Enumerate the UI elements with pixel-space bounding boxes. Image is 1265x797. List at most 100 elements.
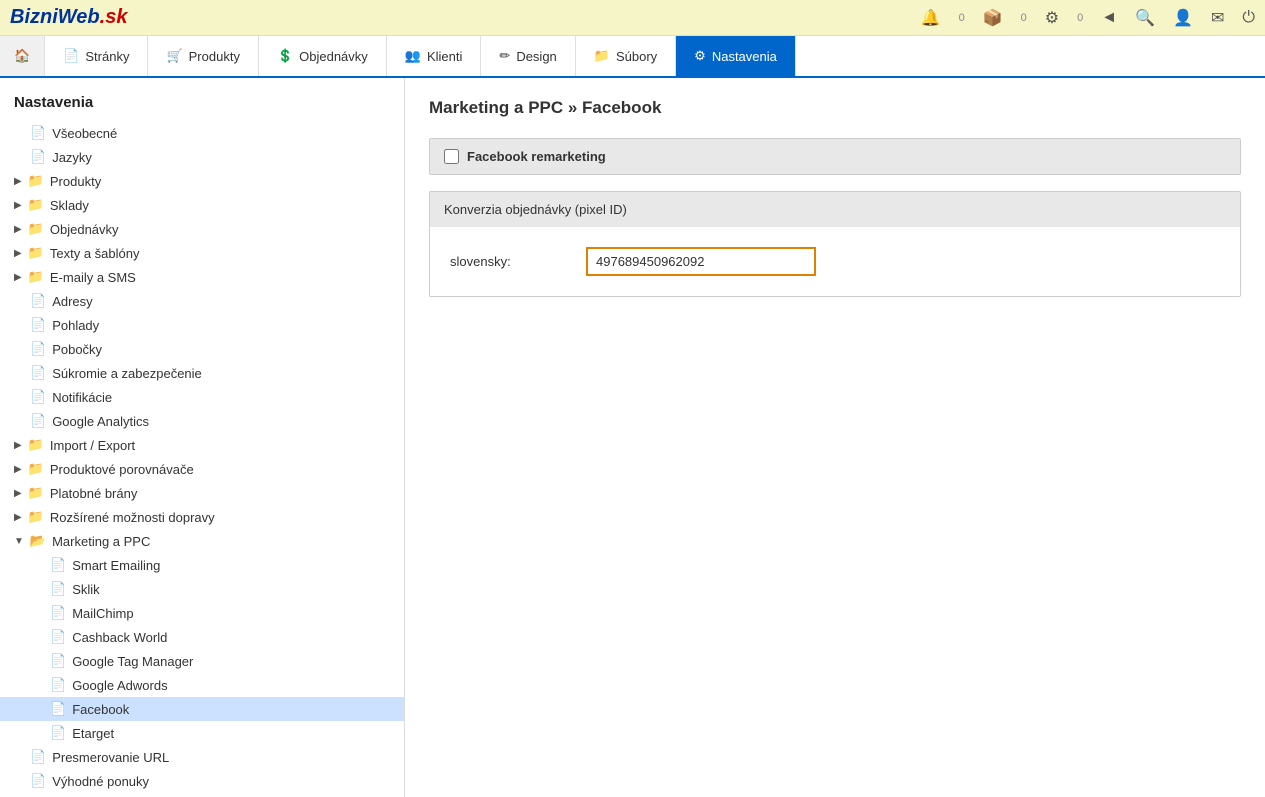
sidebar-label: Pohlady (52, 318, 99, 333)
folder-icon: 📁 (28, 269, 44, 285)
pixel-id-input[interactable] (586, 247, 816, 276)
sidebar-item-produktove[interactable]: ▶ 📁 Produktové porovnávače (0, 457, 404, 481)
sidebar-item-sklady[interactable]: ▶ 📁 Sklady (0, 193, 404, 217)
sidebar-label: Rozšírené možnosti dopravy (50, 510, 215, 525)
sidebar-title: Nastavenia (0, 88, 404, 121)
sidebar-item-sukromie[interactable]: 📄 Súkromie a zabezpečenie (0, 361, 404, 385)
sidebar-label: Texty a šablóny (50, 246, 140, 261)
sidebar-label: Objednávky (50, 222, 119, 237)
sidebar-item-pobocky[interactable]: 📄 Pobočky (0, 337, 404, 361)
sidebar-item-objednavky[interactable]: ▶ 📁 Objednávky (0, 217, 404, 241)
sidebar-item-sklik[interactable]: 📄 Sklik (0, 577, 404, 601)
file-icon: 📄 (30, 149, 46, 165)
nav-back-icon[interactable]: ◄ (1101, 9, 1117, 27)
sidebar-item-presmerovanie[interactable]: 📄 Presmerovanie URL (0, 745, 404, 769)
arrow-right-icon: ▶ (14, 512, 22, 523)
sidebar-label: Súkromie a zabezpečenie (52, 366, 202, 381)
nav-klienti[interactable]: 👥 Klienti (387, 36, 482, 76)
remarketing-header: Facebook remarketing (430, 139, 1240, 174)
nav-home[interactable]: 🏠 (0, 36, 45, 76)
sidebar-item-facebook[interactable]: 📄 Facebook (0, 697, 404, 721)
sidebar-label: Produktové porovnávače (50, 462, 194, 477)
sidebar-item-rozsirene[interactable]: ▶ 📁 Rozšírené možnosti dopravy (0, 505, 404, 529)
file-icon: 📄 (50, 557, 66, 573)
logo: BizniWeb.sk (10, 6, 127, 29)
notif-box[interactable]: 📦 (983, 8, 1003, 28)
konverzia-body: slovensky: (430, 227, 1240, 296)
sidebar-item-adwords[interactable]: 📄 Google Adwords (0, 673, 404, 697)
sidebar-label: Notifikácie (52, 390, 112, 405)
folder-icon: 📁 (28, 173, 44, 189)
sidebar-label: Google Analytics (52, 414, 149, 429)
file-icon: 📄 (50, 653, 66, 669)
nav-stranky[interactable]: 📄 Stránky (45, 36, 148, 76)
file-icon: 📄 (30, 773, 46, 789)
sidebar-item-gtm[interactable]: 📄 Google Tag Manager (0, 649, 404, 673)
sidebar-label: Jazyky (52, 150, 92, 165)
arrow-right-icon: ▶ (14, 248, 22, 259)
file-icon: 📄 (50, 629, 66, 645)
sidebar-item-notifikacie[interactable]: 📄 Notifikácie (0, 385, 404, 409)
sidebar-label: Facebook (72, 702, 129, 717)
sidebar-label: MailChimp (72, 606, 133, 621)
sidebar-label: Adresy (52, 294, 92, 309)
file-icon: 📄 (30, 749, 46, 765)
nav-produkty[interactable]: 🛒 Produkty (148, 36, 259, 76)
sidebar-item-cashback[interactable]: 📄 Cashback World (0, 625, 404, 649)
logo-text: BizniWeb (10, 6, 100, 28)
sidebar-label: Platobné brány (50, 486, 137, 501)
nav-objednavky[interactable]: 💲 Objednávky (259, 36, 387, 76)
nav-bar: 🏠 📄 Stránky 🛒 Produkty 💲 Objednávky 👥 Kl… (0, 36, 1265, 78)
folder-icon: 📁 (28, 221, 44, 237)
nav-subory-label: Súbory (616, 49, 657, 64)
sidebar-item-vseobecne[interactable]: 📄 Všeobecné (0, 121, 404, 145)
arrow-right-icon: ▶ (14, 200, 22, 211)
sidebar-item-smart-emailing[interactable]: 📄 Smart Emailing (0, 553, 404, 577)
mail-icon[interactable]: ✉ (1211, 8, 1224, 28)
user-icon[interactable]: 👤 (1173, 8, 1193, 28)
nav-subory[interactable]: 📁 Súbory (576, 36, 676, 76)
top-bar: BizniWeb.sk 🔔0 📦0 ⚙0 ◄ 🔍 👤 ✉ ⏻ (0, 0, 1265, 36)
sidebar-item-google-analytics[interactable]: 📄 Google Analytics (0, 409, 404, 433)
power-icon[interactable]: ⏻ (1242, 9, 1255, 27)
file-icon: 📄 (30, 317, 46, 333)
sidebar-item-pohlady[interactable]: 📄 Pohlady (0, 313, 404, 337)
sidebar-item-adresy[interactable]: 📄 Adresy (0, 289, 404, 313)
content-area: Marketing a PPC » Facebook Facebook rema… (405, 78, 1265, 797)
sidebar-label: Cashback World (72, 630, 167, 645)
field-row-slovensky: slovensky: (450, 241, 1220, 282)
nav-nastavenia[interactable]: ⚙ Nastavenia (676, 36, 796, 76)
file-icon: 📄 (50, 581, 66, 597)
nav-design[interactable]: ✏ Design (481, 36, 575, 76)
notif-gear[interactable]: ⚙ (1045, 8, 1059, 28)
sidebar-label: Výhodné ponuky (52, 774, 149, 789)
file-icon: 📄 (50, 725, 66, 741)
sidebar-label: Všeobecné (52, 126, 117, 141)
sidebar-label: Sklik (72, 582, 99, 597)
sidebar-label: Smart Emailing (72, 558, 160, 573)
sidebar-item-platobne[interactable]: ▶ 📁 Platobné brány (0, 481, 404, 505)
folder-icon: 📁 (28, 509, 44, 525)
sidebar-item-produkty[interactable]: ▶ 📁 Produkty (0, 169, 404, 193)
folder-icon: 📁 (28, 461, 44, 477)
folder-open-icon: 📂 (30, 533, 46, 549)
sidebar-item-mailchimp[interactable]: 📄 MailChimp (0, 601, 404, 625)
sidebar-item-marketing[interactable]: ▼ 📂 Marketing a PPC (0, 529, 404, 553)
sidebar-label: Marketing a PPC (52, 534, 150, 549)
top-bar-right: 🔔0 📦0 ⚙0 ◄ 🔍 👤 ✉ ⏻ (921, 8, 1255, 28)
nav-produkty-label: Produkty (189, 49, 240, 64)
sidebar-item-emaily[interactable]: ▶ 📁 E-maily a SMS (0, 265, 404, 289)
notif-bell[interactable]: 🔔 (921, 8, 941, 28)
sidebar-item-vyhodne[interactable]: 📄 Výhodné ponuky (0, 769, 404, 793)
remarketing-checkbox[interactable] (444, 149, 459, 164)
arrow-down-icon: ▼ (14, 536, 24, 547)
file-icon: 📄 (30, 413, 46, 429)
sidebar-item-jazyky[interactable]: 📄 Jazyky (0, 145, 404, 169)
sidebar-item-texty[interactable]: ▶ 📁 Texty a šablóny (0, 241, 404, 265)
stranky-icon: 📄 (63, 48, 79, 64)
folder-icon: 📁 (28, 197, 44, 213)
search-icon[interactable]: 🔍 (1135, 8, 1155, 28)
sidebar-item-import[interactable]: ▶ 📁 Import / Export (0, 433, 404, 457)
sidebar-item-etarget[interactable]: 📄 Etarget (0, 721, 404, 745)
sidebar-item-partner-cards[interactable]: ▶ 📁 Partner cards (0, 793, 404, 797)
